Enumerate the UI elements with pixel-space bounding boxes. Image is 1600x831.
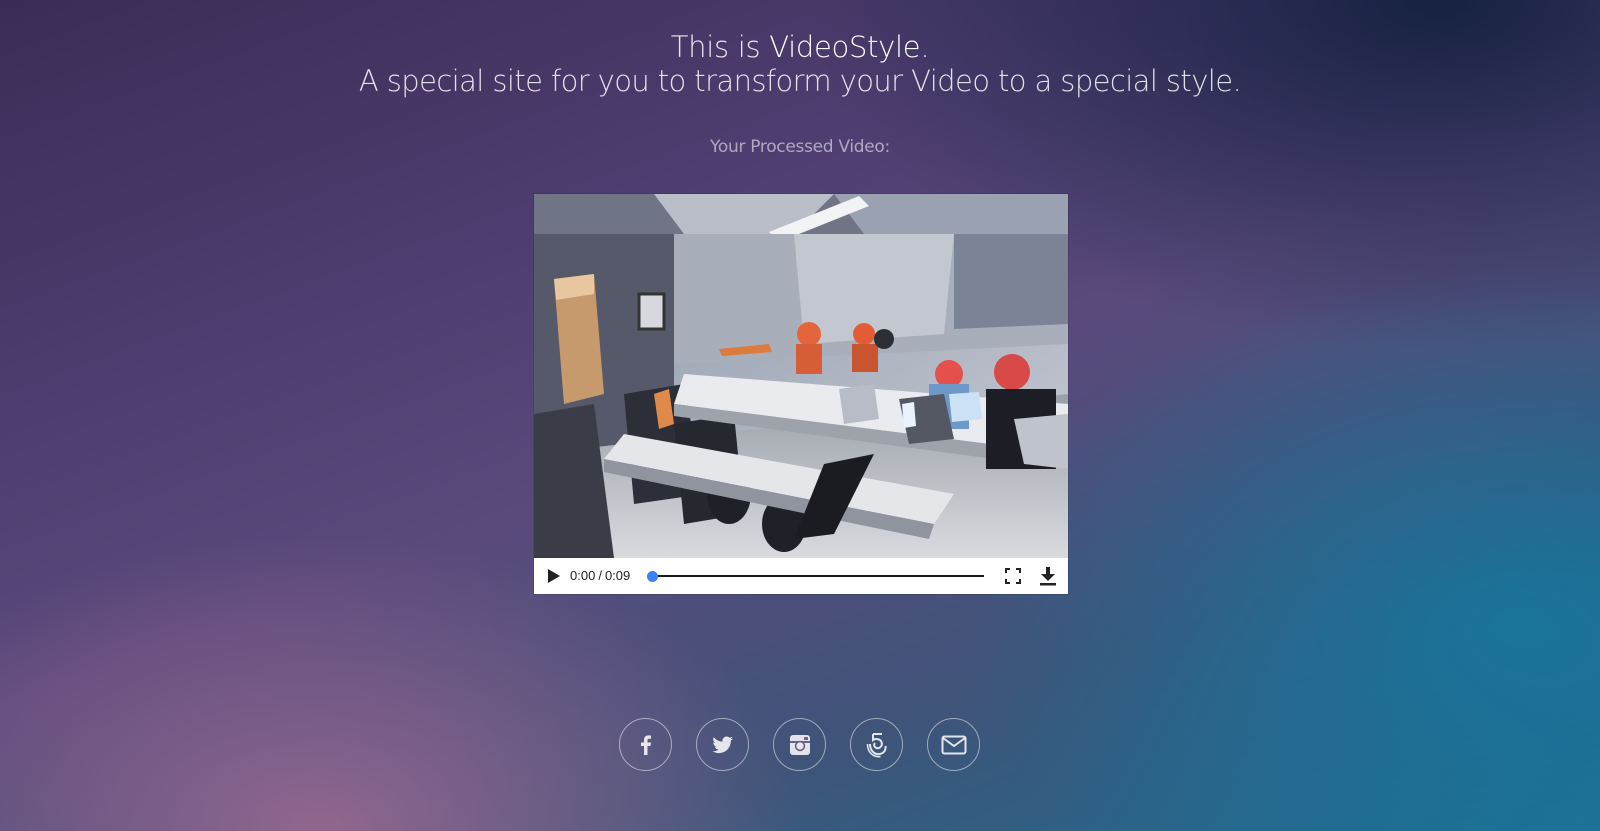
video-controls: 0:00/0:09 [534, 558, 1068, 594]
500px-button[interactable] [850, 718, 903, 771]
video-frame[interactable] [534, 194, 1068, 558]
twitter-icon [712, 736, 733, 753]
500px-icon [866, 732, 887, 757]
instagram-button[interactable] [773, 718, 826, 771]
download-button[interactable] [1039, 566, 1057, 586]
twitter-button[interactable] [696, 718, 749, 771]
video-still-image [534, 194, 1068, 558]
time-display: 0:00/0:09 [570, 568, 630, 583]
email-button[interactable] [927, 718, 980, 771]
instagram-icon [789, 734, 810, 755]
page-header: This is VideoStyle. A special site for y… [0, 30, 1600, 98]
duration: 0:09 [604, 568, 631, 583]
social-links [619, 718, 984, 774]
facebook-button[interactable] [619, 718, 672, 771]
seek-thumb[interactable] [647, 571, 658, 582]
title-prefix: This is [670, 30, 770, 64]
time-separator: / [598, 568, 602, 583]
title-suffix: . [920, 30, 930, 64]
fullscreen-icon [1005, 568, 1021, 584]
email-icon [941, 735, 966, 754]
play-button[interactable] [544, 567, 562, 585]
seek-bar[interactable] [647, 571, 984, 582]
seek-track [652, 575, 984, 577]
play-icon [548, 569, 560, 583]
brand-name: VideoStyle [769, 30, 921, 64]
page-title: This is VideoStyle. [0, 30, 1600, 64]
processed-video-label: Your Processed Video: [710, 137, 890, 157]
fullscreen-button[interactable] [1004, 567, 1022, 585]
current-time: 0:00 [570, 568, 596, 583]
tagline: A special site for you to transform your… [358, 64, 1242, 98]
facebook-icon [640, 734, 651, 755]
video-player[interactable]: 0:00/0:09 [534, 194, 1068, 594]
download-icon [1040, 567, 1056, 586]
